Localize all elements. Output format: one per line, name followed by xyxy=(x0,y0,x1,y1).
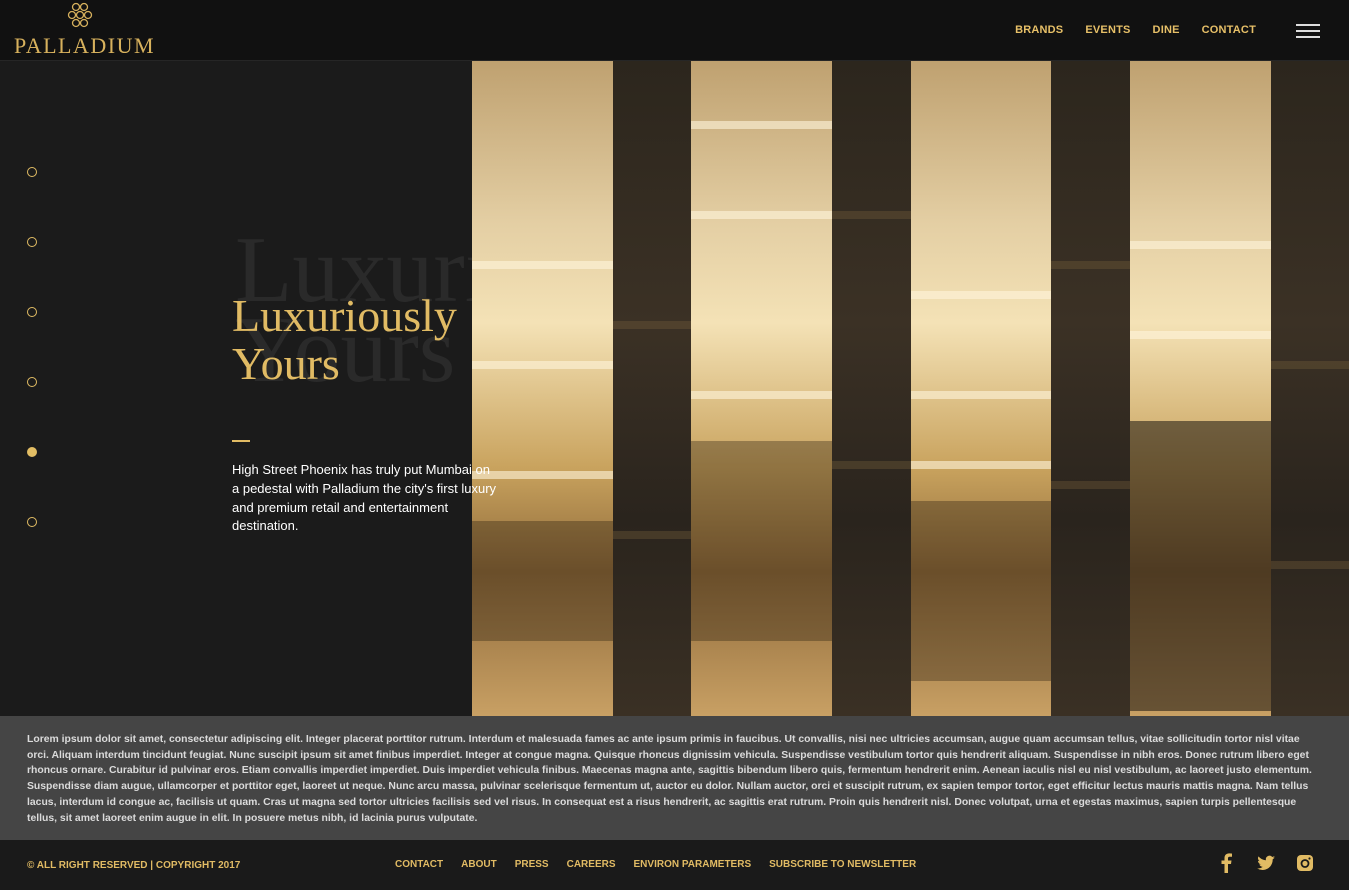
mall-photo-strip-2 xyxy=(691,61,832,716)
footer-link-contact[interactable]: CONTACT xyxy=(395,859,443,870)
nav-dine[interactable]: DINE xyxy=(1153,24,1180,36)
footer-link-subscribe[interactable]: SUBSCRIBE TO NEWSLETTER xyxy=(769,859,916,870)
nav-contact[interactable]: CONTACT xyxy=(1202,24,1256,36)
slide-dot-6[interactable] xyxy=(27,517,37,527)
mall-photo-dark-strip-3 xyxy=(1051,61,1130,716)
site-header: PALLADIUM BRANDS EVENTS DINE CONTACT xyxy=(0,0,1349,61)
headline-divider xyxy=(232,440,250,442)
mall-image-gallery xyxy=(472,61,1349,716)
instagram-icon[interactable] xyxy=(1295,853,1315,873)
footer-link-press[interactable]: PRESS xyxy=(515,859,549,870)
palladium-emblem-icon xyxy=(67,2,93,28)
logo-text: PALLADIUM xyxy=(14,33,156,58)
mall-photo-dark-strip-2 xyxy=(832,61,911,716)
mall-photo-strip-1 xyxy=(472,61,613,716)
facebook-icon[interactable] xyxy=(1217,853,1237,873)
mall-photo-strip-3 xyxy=(911,61,1051,716)
hero-headline: Luxuriously Yours xyxy=(232,290,457,389)
mall-photo-dark-strip-1 xyxy=(613,61,691,716)
hamburger-menu-icon[interactable] xyxy=(1296,24,1320,38)
footer-nav: CONTACT ABOUT PRESS CAREERS ENVIRON PARA… xyxy=(395,859,916,870)
footer-link-environ-parameters[interactable]: ENVIRON PARAMETERS xyxy=(634,859,752,870)
nav-brands[interactable]: BRANDS xyxy=(1015,24,1063,36)
slide-dot-5-active[interactable] xyxy=(27,447,37,457)
palladium-logo[interactable]: PALLADIUM xyxy=(14,2,156,58)
hero-description: High Street Phoenix has truly put Mumbai… xyxy=(232,462,497,534)
site-footer: © ALL RIGHT RESERVED | COPYRIGHT 2017 CO… xyxy=(0,840,1349,890)
body-text-band: Lorem ipsum dolor sit amet, consectetur … xyxy=(0,716,1349,840)
main-nav: BRANDS EVENTS DINE CONTACT xyxy=(1015,24,1256,36)
nav-events[interactable]: EVENTS xyxy=(1085,24,1130,36)
footer-link-about[interactable]: ABOUT xyxy=(461,859,497,870)
footer-link-careers[interactable]: CAREERS xyxy=(567,859,616,870)
mall-photo-dark-strip-4 xyxy=(1271,61,1349,716)
slide-dot-2[interactable] xyxy=(27,237,37,247)
slide-dot-4[interactable] xyxy=(27,377,37,387)
slide-dot-3[interactable] xyxy=(27,307,37,317)
twitter-icon[interactable] xyxy=(1256,853,1276,873)
copyright-text: © ALL RIGHT RESERVED | COPYRIGHT 2017 xyxy=(27,860,241,871)
mall-photo-strip-4 xyxy=(1130,61,1271,716)
slide-dot-1[interactable] xyxy=(27,167,37,177)
